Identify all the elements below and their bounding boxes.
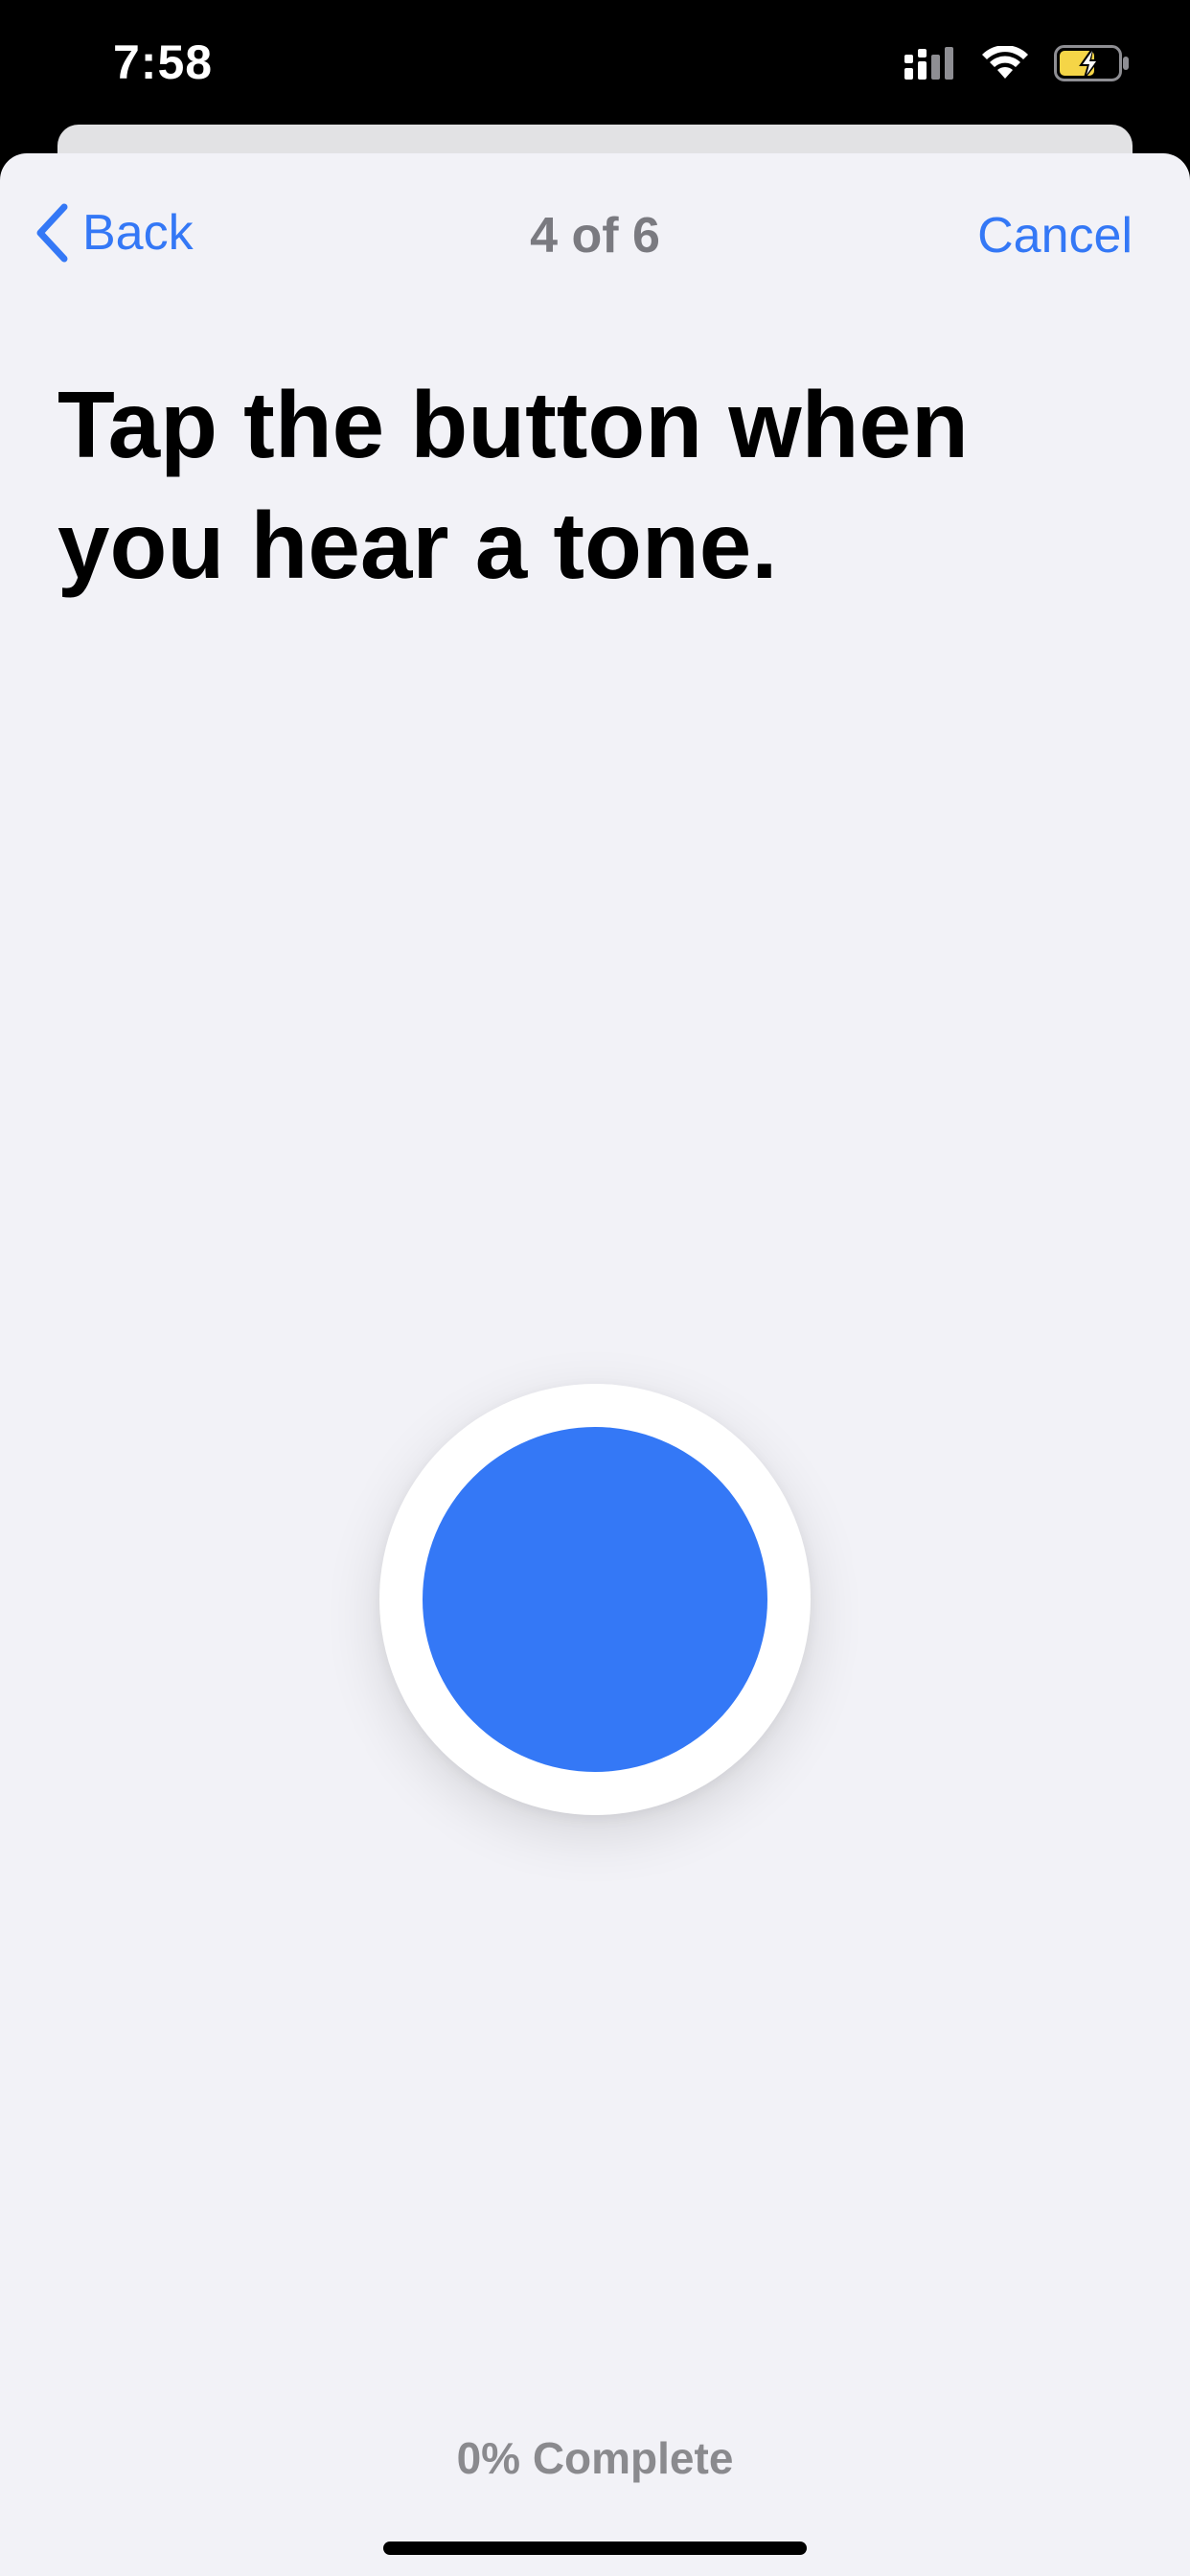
hearing-test-sheet: Back 4 of 6 Cancel Tap the button when y… [0, 153, 1190, 2576]
cellular-signal-icon [904, 47, 953, 80]
instruction-line-1: Tap the button when [57, 372, 969, 477]
instruction-line-2: you hear a tone. [57, 493, 778, 598]
tone-tap-button[interactable] [379, 1384, 811, 1815]
progress-status: 0% Complete [456, 2433, 734, 2483]
status-time: 7:58 [113, 35, 214, 89]
navigation-bar: Back 4 of 6 Cancel [0, 153, 1190, 316]
home-indicator[interactable] [383, 2542, 807, 2555]
status-icons [904, 42, 1131, 84]
tone-tap-button-circle [423, 1427, 767, 1772]
wifi-icon [982, 46, 1028, 79]
instruction-heading: Tap the button when you hear a tone. [57, 364, 1111, 606]
battery-charging-icon [1054, 45, 1129, 81]
cancel-button[interactable]: Cancel [977, 207, 1133, 264]
status-bar: 7:58 [0, 0, 1190, 134]
screen: 7:58 Back 4 of 6 Cancel Tap the button w… [0, 0, 1190, 2576]
